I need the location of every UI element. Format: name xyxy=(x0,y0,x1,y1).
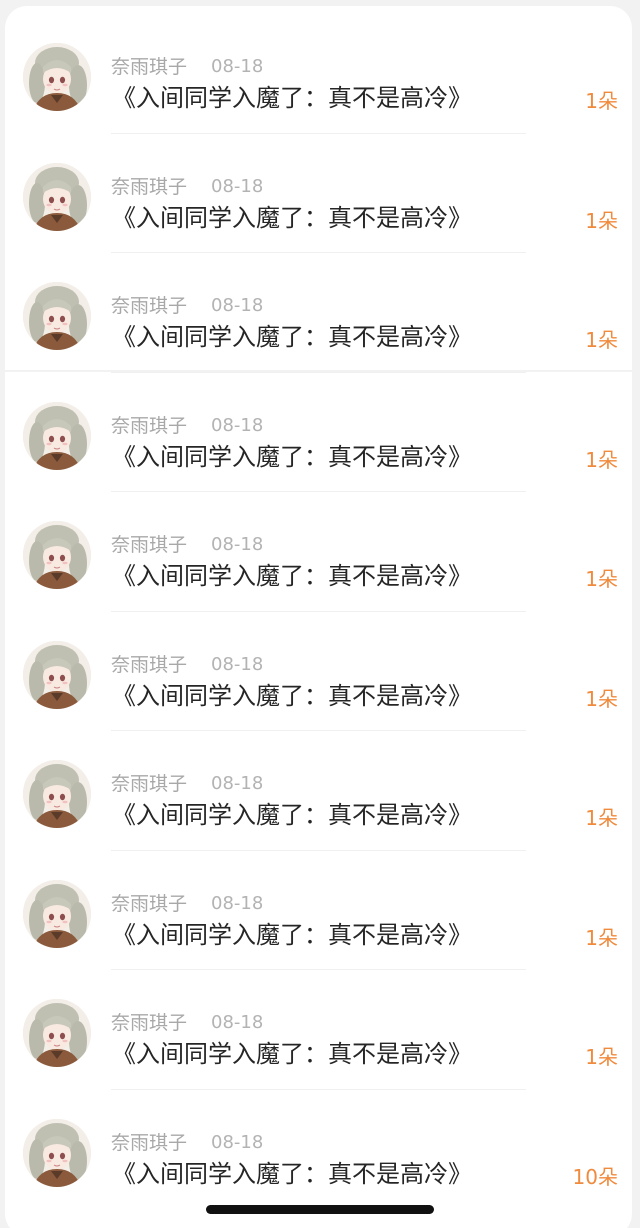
record-date: 08-18 xyxy=(211,1012,264,1033)
user-avatar[interactable] xyxy=(23,879,91,948)
user-avatar[interactable] xyxy=(23,282,91,350)
anime-girl-avatar-icon xyxy=(23,401,91,470)
user-name: 奈雨琪子 xyxy=(111,414,188,437)
gift-count: 1朵 xyxy=(585,686,618,711)
record-date: 08-18 xyxy=(211,175,264,197)
gift-count: 1朵 xyxy=(585,328,618,352)
book-title: 《入间同学入魔了：真不是高冷》 xyxy=(112,681,472,710)
anime-girl-avatar-icon xyxy=(23,760,91,828)
anime-girl-avatar-icon xyxy=(23,879,91,948)
anime-girl-avatar-icon xyxy=(23,162,91,231)
gift-count: 1朵 xyxy=(585,208,618,233)
record-date: 08-18 xyxy=(211,892,264,914)
anime-girl-avatar-icon xyxy=(23,521,91,589)
anime-girl-avatar-icon xyxy=(23,1118,91,1187)
user-name: 奈雨琪子 xyxy=(111,295,188,317)
book-title: 《入间同学入魔了：真不是高冷》 xyxy=(112,1159,472,1188)
user-name: 奈雨琪子 xyxy=(111,1131,188,1154)
gift-count: 1朵 xyxy=(585,1045,618,1069)
user-avatar[interactable] xyxy=(23,999,91,1067)
gift-record-row[interactable]: 奈雨琪子 08-18 《入间同学入魔了：真不是高冷》 1朵 xyxy=(0,373,640,492)
book-title: 《入间同学入魔了：真不是高冷》 xyxy=(112,203,472,232)
record-date: 08-18 xyxy=(211,295,264,316)
gift-record-screen: 奈雨琪子 08-18 《入间同学入魔了：真不是高冷》 1朵 奈雨琪子 08-18… xyxy=(0,0,640,1228)
user-name: 奈雨琪子 xyxy=(111,1012,188,1034)
gift-record-row[interactable]: 奈雨琪子 08-18 《入间同学入魔了：真不是高冷》 1朵 xyxy=(0,492,640,612)
user-avatar[interactable] xyxy=(23,640,91,709)
home-indicator[interactable] xyxy=(206,1205,434,1214)
user-name: 奈雨琪子 xyxy=(111,534,188,556)
gift-record-row[interactable]: 奈雨琪子 08-18 《入间同学入魔了：真不是高冷》 1朵 xyxy=(0,851,640,970)
gift-count: 1朵 xyxy=(585,447,618,472)
book-title: 《入间同学入魔了：真不是高冷》 xyxy=(112,562,472,590)
anime-girl-avatar-icon xyxy=(23,282,91,350)
user-name: 奈雨琪子 xyxy=(111,56,188,78)
user-avatar[interactable] xyxy=(23,1118,91,1187)
user-avatar[interactable] xyxy=(23,43,91,111)
gift-count: 1朵 xyxy=(585,89,618,113)
record-date: 08-18 xyxy=(211,773,264,794)
gift-record-row[interactable]: 奈雨琪子 08-18 《入间同学入魔了：真不是高冷》 1朵 xyxy=(0,134,640,253)
user-name: 奈雨琪子 xyxy=(111,175,188,198)
gift-count: 1朵 xyxy=(585,806,618,830)
gift-count: 10朵 xyxy=(572,1164,618,1189)
user-avatar[interactable] xyxy=(23,162,91,231)
gift-record-row[interactable]: 奈雨琪子 08-18 《入间同学入魔了：真不是高冷》 1朵 xyxy=(0,731,640,851)
record-date: 08-18 xyxy=(211,56,264,77)
book-title: 《入间同学入魔了：真不是高冷》 xyxy=(112,442,472,471)
record-date: 08-18 xyxy=(211,414,264,436)
book-title: 《入间同学入魔了：真不是高冷》 xyxy=(112,84,472,112)
record-date: 08-18 xyxy=(211,534,264,555)
user-avatar[interactable] xyxy=(23,760,91,828)
gift-record-row[interactable]: 奈雨琪子 08-18 《入间同学入魔了：真不是高冷》 1朵 xyxy=(0,612,640,731)
gift-count: 1朵 xyxy=(585,567,618,591)
user-name: 奈雨琪子 xyxy=(111,892,188,915)
user-name: 奈雨琪子 xyxy=(111,653,188,676)
record-date: 08-18 xyxy=(211,1131,264,1153)
record-date: 08-18 xyxy=(211,653,264,675)
anime-girl-avatar-icon xyxy=(23,640,91,709)
book-title: 《入间同学入魔了：真不是高冷》 xyxy=(112,323,472,351)
user-avatar[interactable] xyxy=(23,521,91,589)
anime-girl-avatar-icon xyxy=(23,43,91,111)
user-name: 奈雨琪子 xyxy=(111,773,188,795)
gift-record-row[interactable]: 奈雨琪子 08-18 《入间同学入魔了：真不是高冷》 10朵 xyxy=(0,1090,640,1210)
gift-count: 1朵 xyxy=(585,925,618,950)
anime-girl-avatar-icon xyxy=(23,999,91,1067)
gift-record-row[interactable]: 奈雨琪子 08-18 《入间同学入魔了：真不是高冷》 1朵 xyxy=(0,14,640,134)
book-title: 《入间同学入魔了：真不是高冷》 xyxy=(112,1040,472,1068)
gift-record-row[interactable]: 奈雨琪子 08-18 《入间同学入魔了：真不是高冷》 1朵 xyxy=(0,253,640,373)
user-avatar[interactable] xyxy=(23,401,91,470)
book-title: 《入间同学入魔了：真不是高冷》 xyxy=(112,801,472,829)
gift-record-row[interactable]: 奈雨琪子 08-18 《入间同学入魔了：真不是高冷》 1朵 xyxy=(0,970,640,1090)
book-title: 《入间同学入魔了：真不是高冷》 xyxy=(112,920,472,949)
